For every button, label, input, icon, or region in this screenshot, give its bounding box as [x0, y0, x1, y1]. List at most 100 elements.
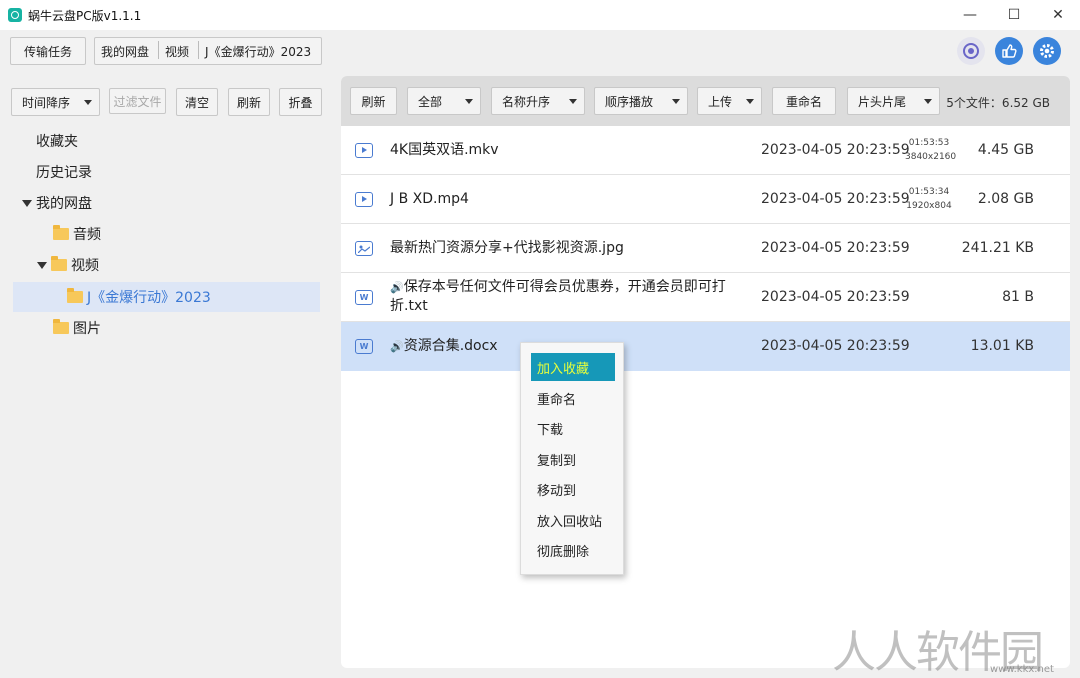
word-file-icon: W	[355, 289, 373, 305]
chevron-down-icon	[746, 99, 754, 104]
tree-item-label: 视频	[71, 258, 99, 274]
file-size: 2.08 GB	[977, 191, 1034, 207]
word-file-icon: W	[355, 338, 373, 354]
menu-item-move-to[interactable]: 移动到	[531, 475, 615, 503]
tree-item-favorites[interactable]: 收藏夹	[36, 126, 78, 156]
play-mode-label: 顺序播放	[605, 94, 654, 109]
chevron-down-icon	[672, 99, 680, 104]
file-media-info: 01:53:34 1920x804	[905, 185, 953, 213]
minimize-button[interactable]: —	[948, 0, 992, 30]
breadcrumb-item-current[interactable]: J《金爆行动》2023	[199, 38, 321, 64]
tree-item-audio[interactable]: 音频	[53, 219, 101, 249]
tree-item-my-disk[interactable]: 我的网盘	[22, 188, 92, 218]
menu-item-delete-permanently[interactable]: 彻底删除	[531, 536, 615, 564]
file-resolution: 1920x804	[906, 201, 952, 211]
name-sort-label: 名称升序	[502, 94, 551, 109]
type-filter-label: 全部	[418, 94, 443, 109]
tree-item-current-folder[interactable]: J《金爆行动》2023	[13, 282, 320, 312]
tree-item-label: J《金爆行动》2023	[87, 290, 211, 306]
chevron-down-icon	[569, 99, 577, 104]
refresh-tree-button[interactable]: 刷新	[228, 88, 270, 116]
file-size: 81 B	[1002, 289, 1034, 305]
menu-item-add-favorite[interactable]: 加入收藏	[531, 353, 615, 381]
thumbs-up-icon[interactable]	[995, 37, 1023, 65]
menu-item-download[interactable]: 下载	[531, 414, 615, 442]
breadcrumb: 我的网盘 视频 J《金爆行动》2023	[94, 37, 323, 65]
watermark-url: www.kkx.net	[990, 664, 1054, 675]
file-size: 4.45 GB	[977, 142, 1034, 158]
sort-order-label: 时间降序	[22, 95, 71, 110]
file-date: 2023-04-05 20:23:59	[761, 240, 910, 256]
file-duration: 01:53:34	[908, 187, 950, 197]
file-media-info: 01:53:53 3840x2160	[905, 136, 957, 164]
name-sort-select[interactable]: 名称升序	[491, 87, 585, 115]
folder-icon	[53, 225, 69, 240]
file-name: 最新热门资源分享+代找影视资源.jpg	[390, 239, 624, 256]
menu-item-copy-to[interactable]: 复制到	[531, 445, 615, 473]
file-count-summary: 5个文件：6.52 GB	[946, 96, 1050, 110]
close-button[interactable]: ✕	[1036, 0, 1080, 30]
file-date: 2023-04-05 20:23:59	[761, 191, 910, 207]
file-resolution: 3840x2160	[905, 152, 957, 162]
context-menu: 加入收藏 重命名 下载 复制到 移动到 放入回收站 彻底删除	[520, 342, 624, 575]
gear-icon[interactable]	[1033, 37, 1061, 65]
menu-item-recycle[interactable]: 放入回收站	[531, 506, 615, 534]
sort-order-select[interactable]: 时间降序	[11, 88, 100, 116]
file-date: 2023-04-05 20:23:59	[761, 338, 910, 354]
video-file-icon	[355, 191, 373, 207]
breadcrumb-item-video[interactable]: 视频	[159, 38, 200, 64]
refresh-list-button[interactable]: 刷新	[350, 87, 397, 115]
file-size: 13.01 KB	[970, 338, 1034, 354]
folder-icon	[51, 256, 67, 271]
maximize-button[interactable]: ☐	[992, 0, 1036, 30]
collapse-button[interactable]: 折叠	[279, 88, 322, 116]
app-title: 蜗牛云盘PC版v1.1.1	[28, 8, 142, 23]
image-file-icon	[355, 240, 373, 256]
tree-item-label: 音频	[73, 227, 101, 243]
file-name: 🔊保存本号任何文件可得会员优惠券，开通会员即可打折.txt	[390, 278, 740, 316]
rename-button[interactable]: 重命名	[772, 87, 836, 115]
folder-icon	[53, 319, 69, 334]
file-name-text: 保存本号任何文件可得会员优惠券，开通会员即可打折.txt	[390, 279, 726, 314]
intro-outro-label: 片头片尾	[858, 94, 907, 109]
type-filter-select[interactable]: 全部	[407, 87, 481, 115]
tree-item-label: 我的网盘	[36, 196, 92, 212]
file-date: 2023-04-05 20:23:59	[761, 142, 910, 158]
intro-outro-select[interactable]: 片头片尾	[847, 87, 940, 115]
tree-item-history[interactable]: 历史记录	[36, 157, 92, 187]
file-row-selected[interactable]: W 🔊资源合集.docx 2023-04-05 20:23:59 13.01 K…	[341, 322, 1070, 371]
menu-item-rename[interactable]: 重命名	[531, 384, 615, 412]
upload-select[interactable]: 上传	[697, 87, 762, 115]
speaker-icon: 🔊	[390, 281, 404, 294]
tree-item-label: 图片	[73, 321, 101, 337]
breadcrumb-item-my-disk[interactable]: 我的网盘	[95, 38, 160, 64]
file-name: J B XD.mp4	[390, 190, 469, 207]
file-name-text: 资源合集.docx	[403, 337, 498, 354]
at-icon[interactable]	[957, 37, 985, 65]
tree-item-video[interactable]: 视频	[37, 250, 99, 280]
title-bar: 蜗牛云盘PC版v1.1.1 — ☐ ✕	[0, 0, 1080, 30]
chevron-down-icon	[84, 100, 92, 105]
tree-item-pictures[interactable]: 图片	[53, 313, 101, 343]
left-pane: 时间降序 过滤文件 清空 刷新 折叠 收藏夹 历史记录 我的网盘 音频 视频 J…	[10, 76, 332, 668]
file-row[interactable]: J B XD.mp4 2023-04-05 20:23:59 01:53:34 …	[341, 175, 1070, 224]
file-size: 241.21 KB	[961, 240, 1034, 256]
file-name: 4K国英双语.mkv	[390, 141, 499, 158]
filter-input[interactable]: 过滤文件	[109, 88, 166, 114]
play-mode-select[interactable]: 顺序播放	[594, 87, 688, 115]
chevron-down-icon	[924, 99, 932, 104]
expand-arrow-icon[interactable]	[22, 199, 32, 207]
video-file-icon	[355, 142, 373, 158]
transfer-tasks-button[interactable]: 传输任务	[10, 37, 86, 65]
file-row[interactable]: W 🔊保存本号任何文件可得会员优惠券，开通会员即可打折.txt 2023-04-…	[341, 273, 1070, 322]
expand-arrow-icon[interactable]	[37, 261, 47, 269]
folder-icon	[67, 288, 83, 303]
clear-button[interactable]: 清空	[176, 88, 218, 116]
file-duration: 01:53:53	[908, 138, 950, 148]
file-row[interactable]: 最新热门资源分享+代找影视资源.jpg 2023-04-05 20:23:59 …	[341, 224, 1070, 273]
app-logo-icon	[8, 8, 22, 22]
file-row[interactable]: 4K国英双语.mkv 2023-04-05 20:23:59 01:53:53 …	[341, 126, 1070, 175]
speaker-icon: 🔊	[390, 339, 404, 353]
upload-label: 上传	[708, 94, 733, 109]
file-toolbar: 刷新 全部 名称升序 顺序播放 上传 重命名 片头片尾 5个文件：6.52 GB	[341, 76, 1070, 126]
